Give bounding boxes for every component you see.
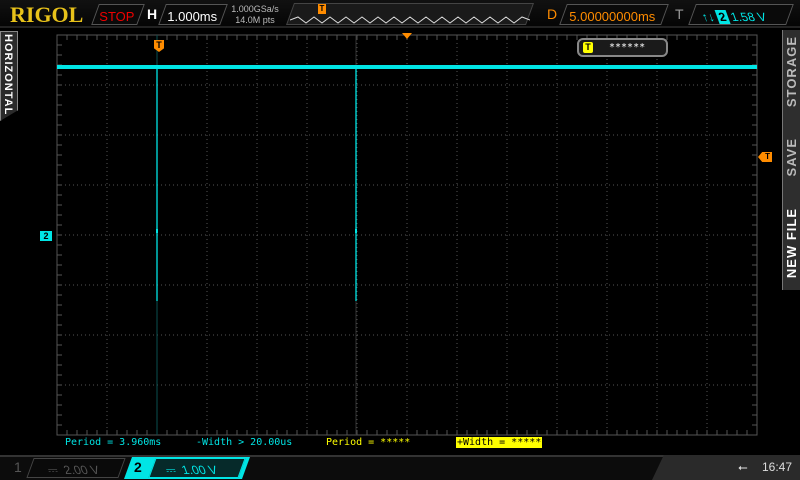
- measurement-negwidth-ch2: -Width > 20.00us: [196, 437, 293, 448]
- delay-box[interactable]: 5.00000000ms: [559, 4, 669, 25]
- channel2-offset-marker[interactable]: 2: [40, 231, 52, 241]
- channel2-number: 2: [134, 459, 142, 475]
- trigger-source: 2: [714, 10, 731, 24]
- menu-item-storage[interactable]: STORAGE: [784, 36, 799, 107]
- info-box-value: ******: [609, 42, 646, 53]
- delay-value: 5.00000000ms: [569, 9, 656, 24]
- trigger-level: 1.58 V: [728, 10, 769, 24]
- menu-item-save[interactable]: SAVE: [784, 138, 799, 176]
- channel1-scale: 2.00 V: [61, 463, 102, 477]
- channel1-scale-box[interactable]: ⎓ 2.00 V: [26, 458, 126, 478]
- top-bar: RIGOL STOP H 1.000ms 1.000GSa/s 14.0M pts…: [0, 0, 800, 28]
- channel1-coupling-icon: ⎓: [45, 463, 61, 477]
- delay-label: D: [547, 6, 558, 22]
- memory-overview-wave: [290, 16, 530, 24]
- usb-icon: ⭠: [738, 460, 748, 474]
- memory-depth: 14.0M pts: [235, 15, 275, 25]
- overview-trigger-marker: T: [318, 4, 326, 14]
- waveform-display[interactable]: [0, 30, 780, 455]
- measurement-period: Period = *****: [326, 437, 411, 448]
- timebase-label: H: [147, 6, 158, 22]
- sample-rate: 1.000GSa/s: [231, 4, 279, 14]
- channel2-pulse-mark: [355, 229, 357, 233]
- acquisition-info: 1.000GSa/s 14.0M pts: [230, 4, 280, 26]
- timebase-value: 1.000ms: [167, 9, 218, 24]
- measurement-info-box[interactable]: T ******: [577, 38, 668, 57]
- run-stop-status[interactable]: STOP: [91, 4, 145, 25]
- menu-item-new-file[interactable]: NEW FILE: [784, 208, 799, 278]
- channel1-number: 1: [14, 459, 22, 475]
- trigger-label: T: [675, 6, 684, 22]
- channel2-coupling-icon: ⎓: [163, 463, 179, 477]
- clock-time: 16:47: [762, 460, 793, 474]
- bottom-bar: 1 ⎓ 2.00 V 2 ⎓ 1.00 V ⭠ 16:47: [0, 455, 800, 480]
- measurement-poswidth: +Width = *****: [456, 437, 543, 448]
- trigger-slope-icon: ↑↓: [699, 10, 717, 24]
- channel2-scale: 1.00 V: [179, 463, 220, 477]
- trigger-info-icon: T: [583, 42, 593, 53]
- horizontal-center-marker: [402, 33, 412, 39]
- measurement-period-ch2: Period = 3.960ms: [65, 437, 162, 448]
- trigger-box[interactable]: ↑↓ 2 1.58 V: [688, 4, 794, 25]
- timebase-box[interactable]: 1.000ms: [158, 4, 228, 25]
- rigol-logo: RIGOL: [10, 2, 84, 27]
- channel2-scale-box[interactable]: ⎓ 1.00 V: [148, 458, 246, 478]
- right-menu: STORAGE SAVE NEW FILE: [782, 30, 800, 290]
- channel2-pulse-mark: [156, 229, 158, 233]
- run-state: STOP: [99, 9, 135, 24]
